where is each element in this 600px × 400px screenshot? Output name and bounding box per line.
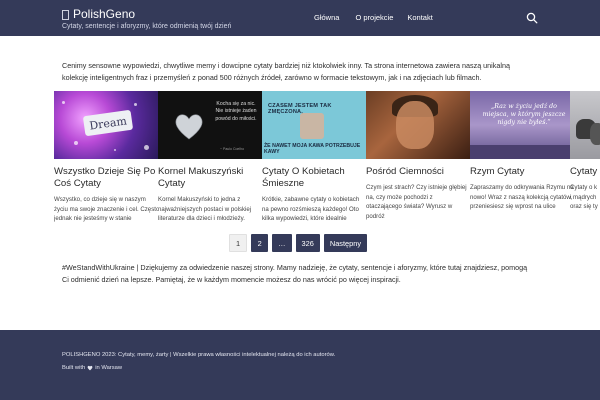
post-thumbnail[interactable] (366, 91, 470, 159)
page-ellipsis: … (272, 234, 292, 252)
brand[interactable]: PolishGeno Cytaty, sentencje i aforyzmy,… (62, 8, 231, 30)
next-page-button[interactable]: Następny (323, 234, 368, 252)
post-excerpt: Zapraszamy do odkrywania Rzymu na nowo! … (470, 184, 574, 211)
image-caption: Kocha się za nic. Nie istnieje żaden pow… (215, 101, 257, 122)
post-title[interactable]: Cytaty O Kobietach Śmieszne (262, 166, 366, 190)
nav-item-about[interactable]: O projekcie (355, 13, 393, 22)
site-title-text: PolishGeno (73, 7, 136, 21)
search-button[interactable] (526, 11, 538, 24)
image-caption: „Raz w życiu jedź do miejsca, w którym j… (482, 103, 566, 126)
logo-icon (62, 9, 69, 20)
main-nav: Główna O projekcie Kontakt (314, 13, 449, 22)
post-excerpt: Krótkie, zabawne cytaty o kobietach na p… (262, 196, 360, 223)
search-icon (526, 12, 538, 24)
post-card[interactable]: Kocha się za nic. Nie istnieje żaden pow… (158, 91, 262, 224)
post-thumbnail[interactable] (570, 91, 600, 159)
copyright-text: POLISHGENO 2023: Cytaty, memy, żarty | W… (62, 352, 336, 358)
post-title[interactable]: Rzym Cytaty (470, 166, 574, 178)
page-link[interactable]: 2 (251, 234, 269, 252)
post-title[interactable]: Cytaty O Ko (570, 166, 600, 178)
post-card[interactable]: Cytaty O Ko Cytaty o k i mądrych oraz si… (570, 91, 600, 212)
post-excerpt: Wszystko, co dzieje się w naszym życiu m… (54, 196, 158, 223)
site-title[interactable]: PolishGeno (62, 8, 231, 21)
post-excerpt: Czym jest strach? Czy istnieje głębiej n… (366, 184, 467, 220)
image-author: ~ Paulo Coelho (220, 147, 245, 151)
post-thumbnail[interactable]: Dream (54, 91, 158, 159)
ground-illustration (470, 145, 574, 159)
post-carousel: Dream Wszystko Dzieje Się Po Coś Cytaty … (54, 91, 600, 231)
site-header: PolishGeno Cytaty, sentencje i aforyzmy,… (0, 0, 600, 36)
post-card[interactable]: Dream Wszystko Dzieje Się Po Coś Cytaty … (54, 91, 158, 224)
pagination: 1 2 … 326 Następny (229, 234, 368, 252)
post-title[interactable]: Pośród Ciemności (366, 166, 470, 178)
site-footer: POLISHGENO 2023: Cytaty, memy, żarty | W… (0, 330, 600, 400)
post-thumbnail[interactable]: CZASEM JESTEM TAK ZMĘCZONA, ŻE NAWET MOJ… (262, 91, 366, 159)
post-excerpt: Kornel Makuszyński to jedna z najważniej… (158, 196, 252, 223)
site-tagline: Cytaty, sentencje i aforyzmy, które odmi… (62, 23, 232, 30)
post-thumbnail[interactable]: Kocha się za nic. Nie istnieje żaden pow… (158, 91, 262, 159)
image-caption-bottom: ŻE NAWET MOJA KAWA POTRZEBUJE KAWY (264, 143, 361, 155)
page-current: 1 (229, 234, 248, 252)
post-card[interactable]: CZASEM JESTEM TAK ZMĘCZONA, ŻE NAWET MOJ… (262, 91, 366, 224)
built-with: Built with in Warsaw (62, 365, 123, 371)
closing-note: #WeStandWithUkraine | Dziękujemy za odwi… (62, 263, 528, 284)
face-illustration (300, 113, 324, 139)
nav-item-contact[interactable]: Kontakt (407, 13, 432, 22)
post-title[interactable]: Kornel Makuszyński Cytaty (158, 166, 262, 190)
post-card[interactable]: „Raz w życiu jedź do miejsca, w którym j… (470, 91, 574, 212)
post-excerpt: Cytaty o k i mądrych oraz się ty (570, 184, 598, 211)
post-thumbnail[interactable]: „Raz w życiu jedź do miejsca, w którym j… (470, 91, 574, 159)
image-caption: Dream (82, 109, 134, 137)
heart-icon (87, 365, 93, 371)
post-card[interactable]: Pośród Ciemności Czym jest strach? Czy i… (366, 91, 470, 221)
nav-item-home[interactable]: Główna (314, 13, 339, 22)
face-illustration (396, 101, 434, 149)
heart-icon (175, 114, 203, 140)
post-title[interactable]: Wszystko Dzieje Się Po Coś Cytaty (54, 166, 158, 190)
intro-text: Cenimy sensowne wypowiedzi, chwytliwe me… (62, 61, 510, 82)
page-link-last[interactable]: 326 (295, 234, 320, 252)
animal-illustration (590, 123, 600, 145)
